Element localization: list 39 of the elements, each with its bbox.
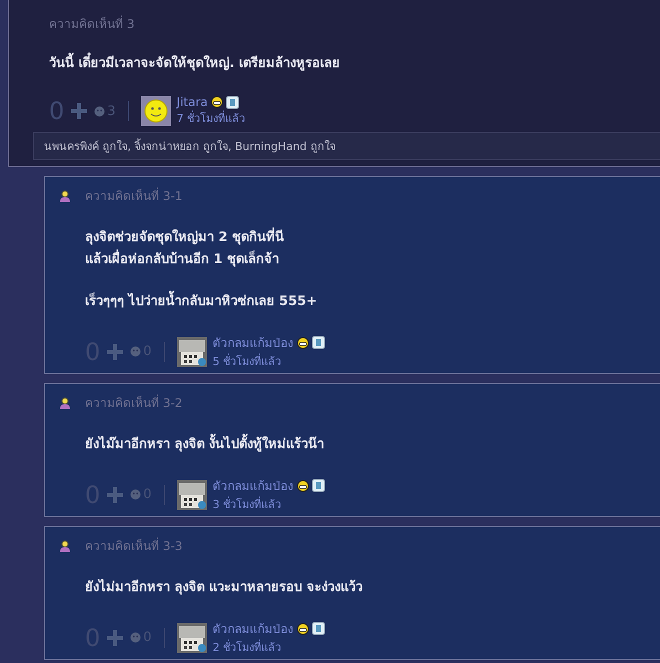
smiley-avatar-icon[interactable] xyxy=(140,96,171,126)
plus-icon[interactable] xyxy=(106,486,124,504)
post-time: 7 ชั่วโมงที่แล้ว xyxy=(176,110,246,127)
grin-emoji-icon xyxy=(210,96,223,108)
plus-icon[interactable] xyxy=(106,342,124,360)
post-time: 5 ชั่วโมงที่แล้ว xyxy=(212,352,282,370)
post-time: 3 ชั่วโมงที่แล้ว xyxy=(212,496,282,513)
user-icon xyxy=(59,540,71,552)
emotion-icon[interactable] xyxy=(130,632,142,643)
author-name[interactable]: ตัวกลมแก้มป่อง xyxy=(212,333,294,352)
badge-icon xyxy=(312,336,325,349)
comment-text: ลุงจิตช่วยจัดชุดใหญ่มา 2 ชุดกินที่นี แล้วเผื่อห่อกลับบ้านอีก 1 ชุดเล็กจ้า xyxy=(85,227,660,271)
likes-bar: นพนครพิงค์ ถูกใจ, จิ้งจกน่าหยอก ถูกใจ, BurningHand ถูกใจ xyxy=(33,132,660,160)
grin-emoji-icon xyxy=(296,622,309,634)
plus-icon[interactable] xyxy=(106,628,124,646)
comment-number: ความคิดเห็นที่ 3-1 xyxy=(85,186,182,205)
grin-emoji-icon xyxy=(296,480,309,492)
author-name[interactable]: ตัวกลมแก้มป่อง xyxy=(212,619,294,638)
emotion-icon[interactable] xyxy=(130,489,142,500)
comment-text: เร็วๆๆๆ ไปว่ายน้ำกลับมาหิวซ่กเลย 555+ xyxy=(85,291,660,313)
emotion-count: 3 xyxy=(107,104,116,118)
emotion-icon[interactable] xyxy=(130,346,142,357)
comment-text: ยังไม๊มาอีกหรา ลุงจิต งั้นไปตั้งทู้ใหม่แร้วน๊า xyxy=(85,434,660,456)
post-time: 2 ชั่วโมงที่แล้ว xyxy=(212,638,282,656)
grin-emoji-icon xyxy=(296,336,309,348)
user-icon xyxy=(59,396,71,408)
comment-text: วันนี้ เดี๋ยวมีเวลาจะจัดให้ชุดใหญ่. เตรียมล้างหูรอเลย xyxy=(49,53,660,75)
badge-icon xyxy=(226,96,239,108)
emotion-icon[interactable] xyxy=(94,106,106,116)
badge-icon xyxy=(312,622,325,635)
comment-text: ยังไม่มาอีกหรา ลุงจิต แวะมาหลายรอบ จะง่วงแว้ว xyxy=(85,578,364,597)
comment-number: ความคิดเห็นที่ 3-3 xyxy=(85,536,182,555)
author-name[interactable]: ตัวกลมแก้มป่อง xyxy=(212,476,294,495)
comment-number: ความคิดเห็นที่ 3-2 xyxy=(85,394,182,412)
plus-icon[interactable] xyxy=(70,102,88,120)
author-name[interactable]: Jitara xyxy=(176,95,208,109)
user-icon xyxy=(59,190,71,202)
badge-icon xyxy=(312,479,325,492)
comment-number: ความคิดเห็นที่ 3 xyxy=(49,14,136,33)
